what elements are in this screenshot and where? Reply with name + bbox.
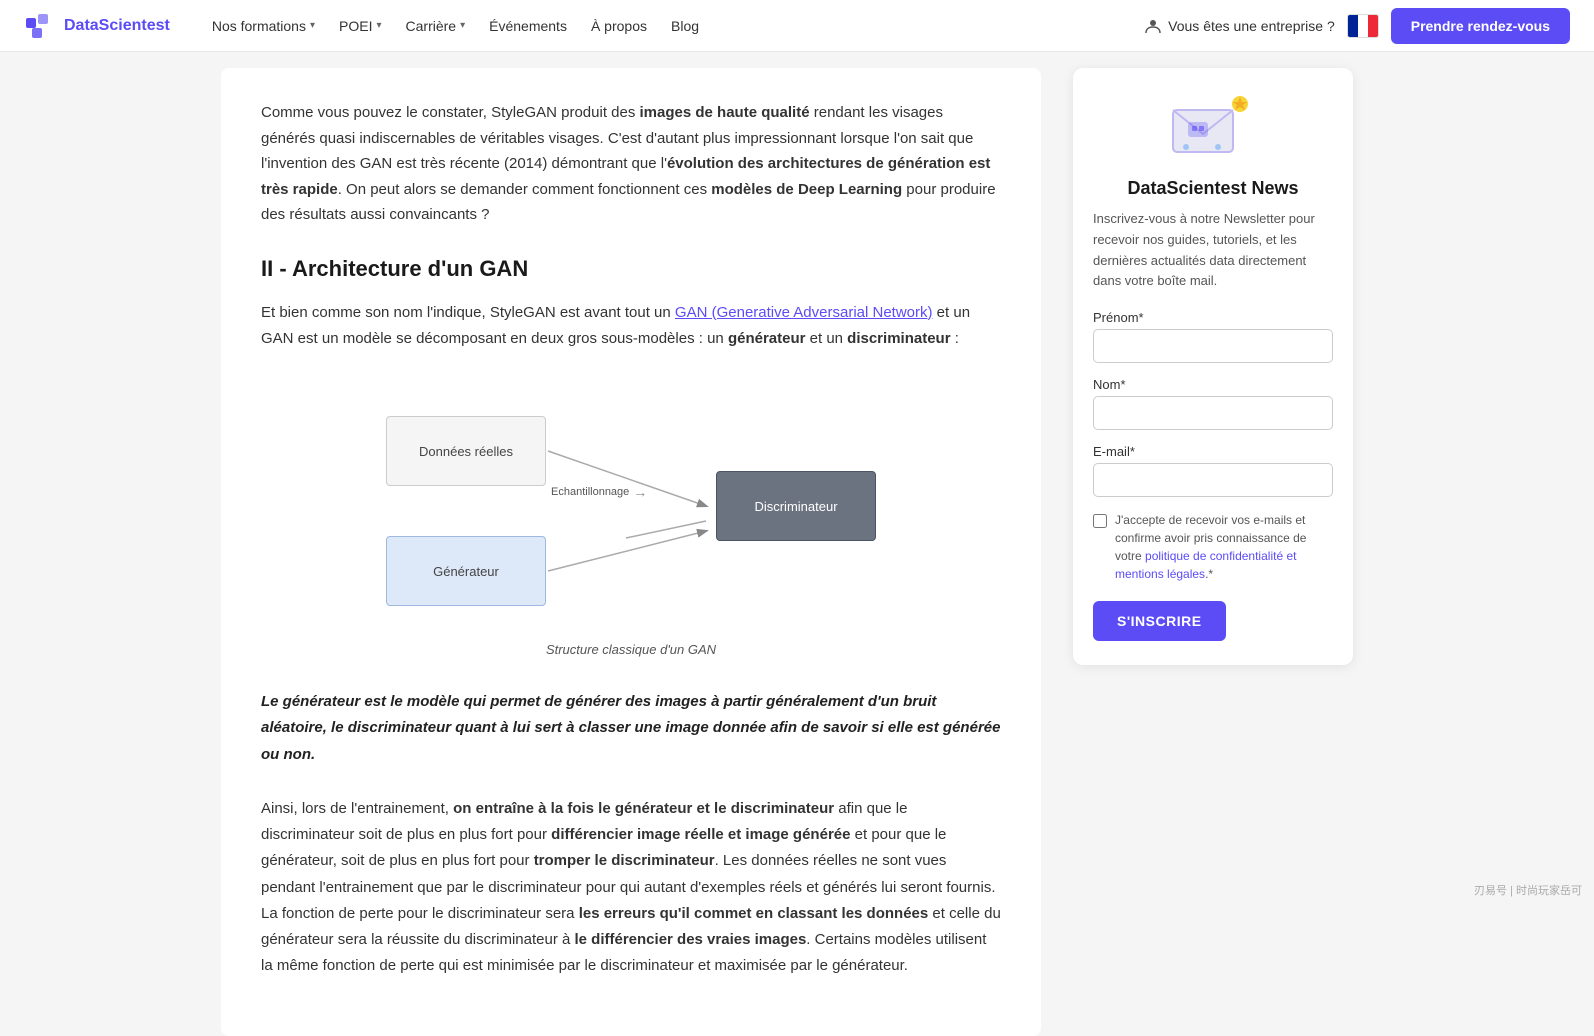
nav-poei[interactable]: POEI ▾ bbox=[329, 12, 392, 40]
nom-label: Nom* bbox=[1093, 377, 1333, 392]
gan-link[interactable]: GAN (Generative Adversarial Network) bbox=[675, 304, 933, 321]
prenom-input[interactable] bbox=[1093, 329, 1333, 363]
diagram-caption: Structure classique d'un GAN bbox=[546, 642, 716, 657]
bold-erreurs: les erreurs qu'il commet en classant les… bbox=[579, 905, 929, 922]
discriminateur-box: Discriminateur bbox=[716, 471, 876, 541]
email-label: E-mail* bbox=[1093, 444, 1333, 459]
watermark: 刃易号 | 时尚玩家岳可 bbox=[1474, 882, 1582, 898]
chevron-down-icon: ▾ bbox=[460, 20, 465, 31]
gan-diagram: Données réelles Générateur Discriminateu… bbox=[366, 376, 896, 636]
subscribe-button[interactable]: S'INSCRIRE bbox=[1093, 601, 1226, 641]
bold-entrainement: on entraîne à la fois le générateur et l… bbox=[453, 800, 834, 817]
nav-apropos[interactable]: À propos bbox=[581, 12, 657, 40]
donnees-box: Données réelles bbox=[386, 416, 546, 486]
bold-differencier2: le différencier des vraies images bbox=[575, 931, 807, 948]
nom-field: Nom* bbox=[1093, 377, 1333, 430]
nav-carriere[interactable]: Carrière ▾ bbox=[396, 12, 476, 40]
language-flag[interactable] bbox=[1347, 14, 1379, 38]
cta-button[interactable]: Prendre rendez-vous bbox=[1391, 8, 1570, 44]
intro-bold-1: images de haute qualité bbox=[640, 104, 810, 121]
generateur-box: Générateur bbox=[386, 536, 546, 606]
section-heading: II - Architecture d'un GAN bbox=[261, 256, 1001, 282]
page-wrapper: Comme vous pouvez le constater, StyleGAN… bbox=[197, 0, 1397, 1036]
enterprise-icon bbox=[1144, 17, 1162, 35]
sidebar: DataScientest News Inscrivez-vous à notr… bbox=[1073, 68, 1353, 1036]
newsletter-icon bbox=[1168, 92, 1258, 162]
newsletter-title: DataScientest News bbox=[1093, 178, 1333, 199]
consent-row: J'accepte de recevoir vos e-mails et con… bbox=[1093, 511, 1333, 583]
email-input[interactable] bbox=[1093, 463, 1333, 497]
nav-formations[interactable]: Nos formations ▾ bbox=[202, 12, 325, 40]
bold-differencier: différencier image réelle et image génér… bbox=[551, 826, 850, 843]
main-content: Comme vous pouvez le constater, StyleGAN… bbox=[221, 68, 1041, 1036]
navbar-right: Vous êtes une entreprise ? Prendre rende… bbox=[1144, 8, 1570, 44]
chevron-down-icon: ▾ bbox=[310, 20, 315, 31]
consent-checkbox[interactable] bbox=[1093, 514, 1107, 528]
arrow-right-icon: → bbox=[633, 484, 647, 500]
prenom-label: Prénom* bbox=[1093, 310, 1333, 325]
chevron-down-icon: ▾ bbox=[376, 20, 381, 31]
diagram-container: Données réelles Générateur Discriminateu… bbox=[261, 376, 1001, 657]
prenom-field: Prénom* bbox=[1093, 310, 1333, 363]
nav-blog[interactable]: Blog bbox=[661, 12, 709, 40]
newsletter-card: DataScientest News Inscrivez-vous à notr… bbox=[1073, 68, 1353, 665]
enterprise-link[interactable]: Vous êtes une entreprise ? bbox=[1144, 17, 1335, 35]
body-paragraph-1: Et bien comme son nom l'indique, StyleGA… bbox=[261, 300, 1001, 353]
intro-paragraph: Comme vous pouvez le constater, StyleGAN… bbox=[261, 100, 1001, 228]
body-paragraph-2: Ainsi, lors de l'entrainement, on entraî… bbox=[261, 796, 1001, 980]
bold-tromper: tromper le discriminateur bbox=[534, 852, 715, 869]
navbar-left: DataScientest Nos formations ▾ POEI ▾ Ca… bbox=[24, 10, 709, 42]
newsletter-description: Inscrivez-vous à notre Newsletter pour r… bbox=[1093, 209, 1333, 292]
blockquote: Le générateur est le modèle qui permet d… bbox=[261, 689, 1001, 768]
privacy-link[interactable]: politique de confidentialité et mentions… bbox=[1115, 549, 1296, 581]
logo[interactable]: DataScientest bbox=[24, 10, 170, 42]
navbar: DataScientest Nos formations ▾ POEI ▾ Ca… bbox=[0, 0, 1594, 52]
newsletter-icon-wrap bbox=[1093, 92, 1333, 162]
generateur-term: générateur bbox=[728, 330, 806, 347]
nav-evenements[interactable]: Événements bbox=[479, 12, 577, 40]
email-field: E-mail* bbox=[1093, 444, 1333, 497]
nav-links: Nos formations ▾ POEI ▾ Carrière ▾ Événe… bbox=[202, 12, 709, 40]
discriminateur-term: discriminateur bbox=[847, 330, 950, 347]
consent-label: J'accepte de recevoir vos e-mails et con… bbox=[1115, 511, 1333, 583]
logo-icon bbox=[24, 10, 56, 42]
logo-text: DataScientest bbox=[64, 17, 170, 35]
intro-bold-3: modèles de Deep Learning bbox=[711, 181, 902, 198]
nom-input[interactable] bbox=[1093, 396, 1333, 430]
echantillonnage-label: Echantillonnage → bbox=[551, 484, 647, 500]
